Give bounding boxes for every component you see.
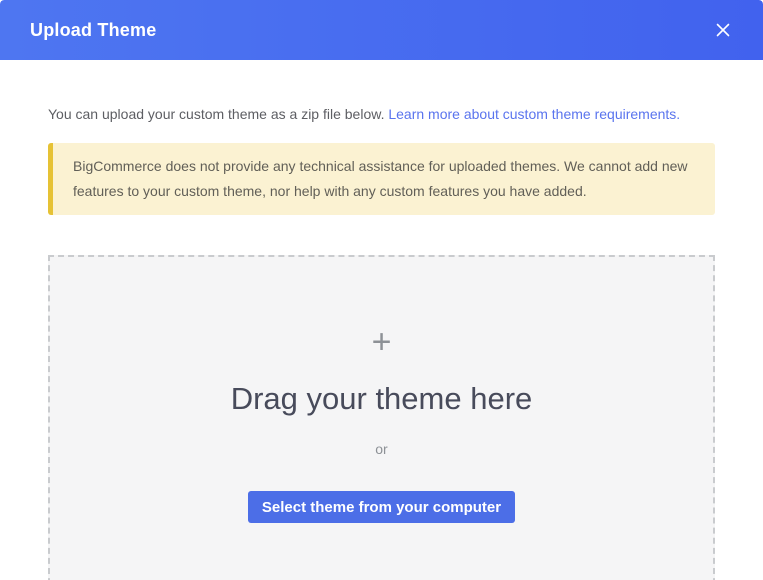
select-theme-button[interactable]: Select theme from your computer [248,491,515,523]
upload-theme-modal: Upload Theme You can upload your custom … [0,0,763,580]
close-icon [715,22,731,38]
warning-text: BigCommerce does not provide any technic… [73,154,695,204]
modal-body: You can upload your custom theme as a zi… [0,104,763,580]
intro-text-plain: You can upload your custom theme as a zi… [48,106,388,122]
modal-header: Upload Theme [0,0,763,60]
learn-more-link[interactable]: Learn more about custom theme requiremen… [388,106,680,122]
modal-title: Upload Theme [30,20,156,41]
intro-text: You can upload your custom theme as a zi… [48,104,715,125]
warning-banner: BigCommerce does not provide any technic… [48,143,715,215]
or-separator: or [375,440,387,458]
close-button[interactable] [711,18,735,42]
dropzone-heading: Drag your theme here [231,379,533,419]
theme-dropzone[interactable]: + Drag your theme here or Select theme f… [48,255,715,580]
plus-icon: + [372,325,392,359]
